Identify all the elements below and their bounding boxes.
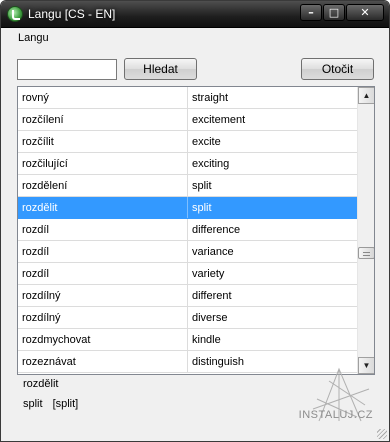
cell-czech: rozdíl: [18, 219, 188, 240]
table-row[interactable]: rozčílení excitement: [18, 109, 358, 131]
cell-english: split: [192, 202, 212, 214]
cell-english: different: [192, 290, 232, 302]
cell-english: kindle: [192, 334, 221, 346]
app-window: Langu [CS - EN] – □ ✕ Langu Hledat Otoči…: [0, 0, 390, 442]
cell-english: excitement: [192, 114, 246, 126]
cell-czech: rozdmychovat: [18, 329, 188, 350]
scroll-thumb[interactable]: [358, 247, 374, 259]
resize-grip[interactable]: [377, 429, 387, 439]
table-row[interactable]: rozdíl variety: [18, 263, 358, 285]
cell-czech: rovný: [18, 87, 188, 108]
cell-czech: rozdíl: [18, 241, 188, 262]
table-rows: rovný straight rozčílení excitement rozčílit…: [18, 87, 358, 373]
detail-translation: split [split]: [23, 398, 78, 410]
vertical-scrollbar[interactable]: ▲ ▼: [357, 87, 374, 374]
table-row[interactable]: rozdělení split: [18, 175, 358, 197]
table-row[interactable]: rozčilující exciting: [18, 153, 358, 175]
cell-english: difference: [192, 224, 241, 236]
cell-english: diverse: [192, 312, 228, 324]
search-input[interactable]: [17, 59, 117, 80]
table-row[interactable]: rozčílit excite: [18, 131, 358, 153]
table-row[interactable]: rovný straight: [18, 87, 358, 109]
cell-czech: rozčilující: [18, 153, 188, 174]
search-button[interactable]: Hledat: [124, 58, 197, 80]
cell-czech: rozdělení: [18, 175, 188, 196]
minimize-icon[interactable]: –: [300, 4, 322, 21]
cell-english: split: [192, 180, 212, 192]
cell-czech: rozeznávat: [18, 351, 188, 372]
table-row[interactable]: rozdíl difference: [18, 219, 358, 241]
cell-czech: rozčílení: [18, 109, 188, 130]
menu-item-langu[interactable]: Langu: [18, 32, 49, 44]
cell-czech: rozdílný: [18, 285, 188, 306]
table-row[interactable]: rozdíl variance: [18, 241, 358, 263]
cell-czech: rozčílit: [18, 131, 188, 152]
cell-czech: rozdílný: [18, 307, 188, 328]
scroll-up-icon[interactable]: ▲: [358, 87, 374, 104]
table-row[interactable]: rozdělit split: [18, 197, 358, 219]
detail-translation-text: split: [23, 398, 43, 410]
flip-language-button[interactable]: Otočit: [301, 58, 374, 80]
title-bar[interactable]: Langu [CS - EN] – □ ✕: [1, 1, 389, 28]
cell-czech: rozdíl: [18, 263, 188, 284]
cell-english: exciting: [192, 158, 230, 170]
maximize-icon[interactable]: □: [323, 4, 345, 21]
dictionary-table[interactable]: rovný straight rozčílení excitement rozčílit…: [17, 86, 375, 375]
table-row[interactable]: rozdmychovat kindle: [18, 329, 358, 351]
cell-english: variety: [192, 268, 225, 280]
detail-translation-bracket: [split]: [52, 398, 79, 410]
table-row[interactable]: rozdílný different: [18, 285, 358, 307]
cell-english: excite: [192, 136, 221, 148]
menu-bar: Langu: [1, 28, 389, 48]
window-title: Langu [CS - EN]: [28, 7, 116, 21]
cell-english: variance: [192, 246, 234, 258]
table-row[interactable]: rozdílný diverse: [18, 307, 358, 329]
cell-english: straight: [192, 92, 229, 104]
close-icon[interactable]: ✕: [346, 4, 384, 21]
watermark-text: INSTALUJ.CZ: [298, 409, 373, 421]
app-icon[interactable]: [7, 6, 23, 22]
window-controls: – □ ✕: [300, 4, 384, 21]
cell-czech: rozdělit: [18, 197, 188, 218]
detail-word: rozdělit: [23, 378, 59, 390]
